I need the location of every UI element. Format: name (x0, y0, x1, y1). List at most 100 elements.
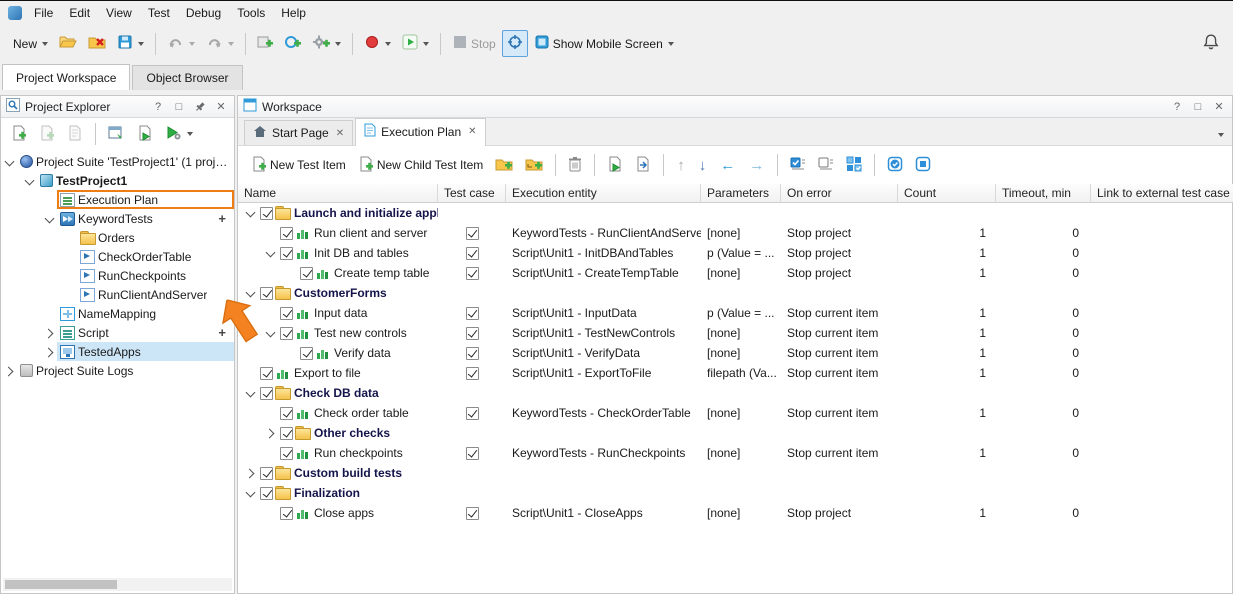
enabled-checkbox[interactable] (280, 507, 293, 520)
column-header-execution-entity[interactable]: Execution entity (506, 184, 701, 203)
expander-icon[interactable] (63, 231, 77, 245)
show-mobile-screen-button[interactable]: Show Mobile Screen (529, 30, 679, 57)
enabled-checkbox[interactable] (260, 207, 273, 220)
tree-item-content[interactable]: TestProject1 (37, 171, 234, 190)
redo-button[interactable] (201, 30, 239, 57)
new-button[interactable]: New (8, 33, 53, 55)
expander-icon[interactable] (23, 174, 37, 188)
tab-object-browser[interactable]: Object Browser (132, 65, 242, 90)
check-all-button[interactable] (785, 152, 811, 179)
enabled-checkbox[interactable] (280, 227, 293, 240)
test-case-checkbox[interactable] (466, 407, 479, 420)
tree-item-content[interactable]: TestedApps (57, 342, 234, 361)
expander-icon[interactable] (43, 193, 57, 207)
expander-icon[interactable] (264, 246, 278, 260)
expander-icon[interactable] (3, 155, 17, 169)
close-project-button[interactable] (83, 30, 111, 57)
expander-icon[interactable] (43, 307, 57, 321)
enable-test-case-button[interactable] (882, 152, 908, 179)
tree-item-content[interactable]: Script (57, 323, 218, 342)
show-workspace-button[interactable] (103, 121, 130, 148)
float-button[interactable]: □ (1190, 99, 1206, 115)
expander-icon[interactable] (264, 226, 278, 240)
run-selected-item-button[interactable] (602, 152, 628, 179)
test-case-checkbox[interactable] (466, 447, 479, 460)
enabled-checkbox[interactable] (280, 447, 293, 460)
tree-item-runcheckpoints[interactable]: RunCheckpoints (1, 266, 234, 285)
duplicate-button[interactable] (62, 121, 88, 148)
column-header-link-to-external-test-case[interactable]: Link to external test case (1091, 184, 1233, 203)
test-item-row-run-checkpoints[interactable]: Run checkpoints KeywordTests - RunCheckp… (238, 443, 1232, 463)
group-row-custom-build-tests[interactable]: Custom build tests (238, 463, 1232, 483)
expander-icon[interactable] (264, 446, 278, 460)
test-case-checkbox[interactable] (466, 247, 479, 260)
expander-icon[interactable] (284, 266, 298, 280)
help-button[interactable]: ? (150, 99, 166, 115)
test-item-row-input-data[interactable]: Input data Script\Unit1 - InputData p (V… (238, 303, 1232, 323)
indent-button[interactable]: → (743, 154, 770, 177)
outdent-button[interactable]: ← (714, 154, 741, 177)
test-case-checkbox[interactable] (466, 347, 479, 360)
add-new-item-button[interactable] (6, 121, 32, 148)
test-case-checkbox[interactable] (466, 267, 479, 280)
enabled-checkbox[interactable] (280, 407, 293, 420)
project-options-button[interactable] (308, 30, 346, 57)
tree-item-testedapps[interactable]: TestedApps (1, 342, 234, 361)
new-test-item-button[interactable]: New Test Item (246, 152, 351, 179)
run-button[interactable] (397, 30, 434, 57)
test-case-checkbox[interactable] (466, 367, 479, 380)
group-row-check-db-data[interactable]: Check DB data (238, 383, 1232, 403)
close-tab-icon[interactable]: ✕ (468, 126, 476, 137)
new-child-test-item-button[interactable]: New Child Test Item (353, 152, 488, 179)
tree-item-orders[interactable]: Orders (1, 228, 234, 247)
tree-item-content[interactable]: CheckOrderTable (77, 247, 234, 266)
test-item-row-close-apps[interactable]: Close apps Script\Unit1 - CloseApps [non… (238, 503, 1232, 523)
tree-item-content[interactable]: Project Suite Logs (17, 361, 234, 380)
test-case-checkbox[interactable] (466, 327, 479, 340)
column-header-timeout-min[interactable]: Timeout, min (996, 184, 1091, 203)
column-header-test-case[interactable]: Test case (438, 184, 506, 203)
notifications-button[interactable] (1197, 29, 1225, 58)
enabled-checkbox[interactable] (260, 287, 273, 300)
add-project-item-button[interactable] (252, 30, 279, 57)
close-panel-button[interactable]: ✕ (213, 99, 229, 115)
group-row-other-checks[interactable]: Other checks (238, 423, 1232, 443)
tree-item-checkordertable[interactable]: CheckOrderTable (1, 247, 234, 266)
tree-item-content[interactable]: KeywordTests (57, 209, 218, 228)
tree-item-content[interactable]: Project Suite 'TestProject1' (1 project) (17, 152, 234, 171)
test-summary-button[interactable] (630, 152, 656, 179)
expander-icon[interactable] (43, 326, 57, 340)
menu-edit[interactable]: Edit (61, 2, 98, 24)
new-file-button[interactable] (34, 121, 60, 148)
expander-icon[interactable] (244, 366, 258, 380)
tab-project-workspace[interactable]: Project Workspace (2, 64, 130, 90)
tree-item-testproject1[interactable]: TestProject1 (1, 171, 234, 190)
close-panel-button[interactable]: ✕ (1211, 99, 1227, 115)
new-group-button[interactable] (490, 152, 518, 179)
check-children-button[interactable] (841, 152, 867, 179)
pin-button[interactable] (192, 99, 208, 115)
add-button[interactable]: + (218, 211, 226, 226)
enabled-checkbox[interactable] (300, 267, 313, 280)
enabled-checkbox[interactable] (260, 467, 273, 480)
delete-button[interactable] (563, 152, 587, 179)
run-project-advanced-button[interactable] (160, 121, 198, 148)
test-item-row-run-client-and-server[interactable]: Run client and server KeywordTests - Run… (238, 223, 1232, 243)
test-item-row-test-new-controls[interactable]: Test new controls Script\Unit1 - TestNew… (238, 323, 1232, 343)
menu-test[interactable]: Test (140, 2, 178, 24)
test-case-checkbox[interactable] (466, 227, 479, 240)
expander-icon[interactable] (264, 426, 278, 440)
help-button[interactable]: ? (1169, 99, 1185, 115)
scrollbar-thumb[interactable] (5, 580, 117, 589)
tree-item-runclientandserver[interactable]: RunClientAndServer (1, 285, 234, 304)
enabled-checkbox[interactable] (280, 247, 293, 260)
menu-help[interactable]: Help (273, 2, 314, 24)
undo-button[interactable] (162, 30, 200, 57)
menu-debug[interactable]: Debug (178, 2, 229, 24)
tree-item-execution-plan[interactable]: Execution Plan (1, 190, 234, 209)
record-button[interactable] (359, 30, 396, 57)
test-item-row-export-to-file[interactable]: Export to file Script\Unit1 - ExportToFi… (238, 363, 1232, 383)
menu-file[interactable]: File (26, 2, 61, 24)
menu-view[interactable]: View (98, 2, 140, 24)
expander-icon[interactable] (264, 406, 278, 420)
